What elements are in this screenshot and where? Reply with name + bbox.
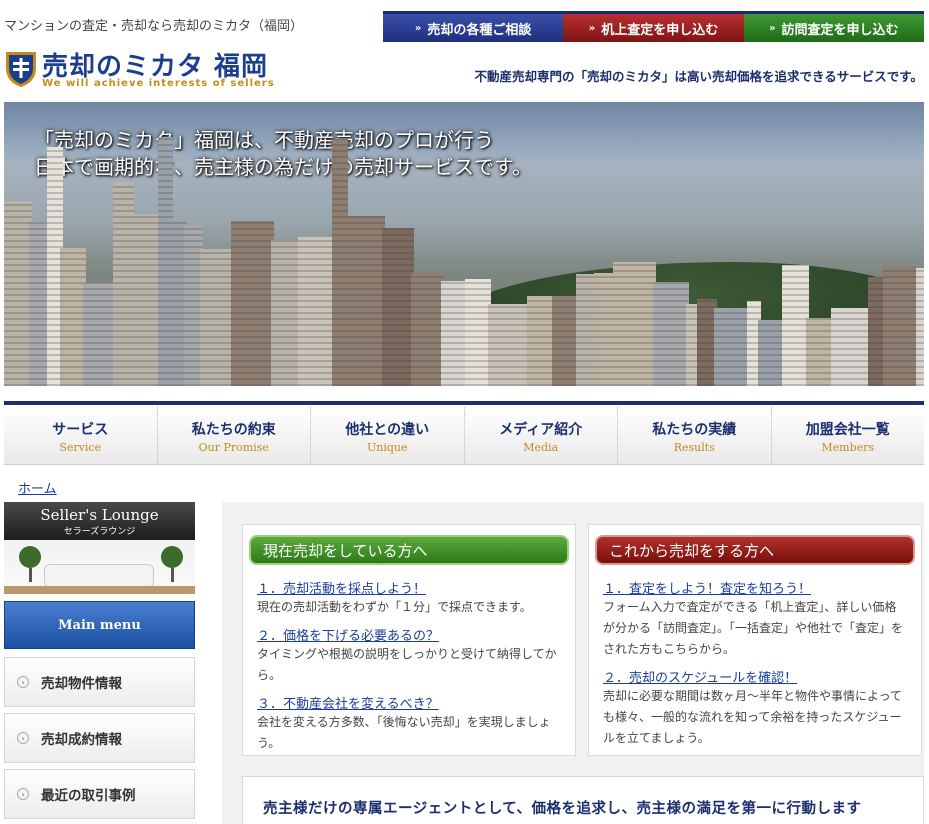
score-sales-link[interactable]: １．売却活動を採点しよう！ bbox=[257, 578, 426, 597]
agent-promise-banner: 売主様だけの専属エージェントとして、価格を追求し、売主様の満足を第一に行動します bbox=[242, 776, 924, 824]
change-agency-desc: 会社を変える方多数、「後悔ない売却」を実現しましょう。 bbox=[257, 715, 551, 750]
building-shape bbox=[83, 283, 116, 386]
hero-line-2: 日本で画期的な、売主様の為だけの売却サービスです。 bbox=[34, 155, 532, 179]
building-shape bbox=[613, 262, 656, 386]
building-shape bbox=[231, 221, 274, 386]
schedule-desc: 売却に必要な期間は数ヶ月〜半年と物件や事情によっても様々、一般的な流れを知って余… bbox=[603, 689, 903, 745]
nav-item-media[interactable]: メディア紹介 Media bbox=[465, 407, 618, 464]
hero-cityscape: 「売却のミカタ」福岡は、不動産売却のプロが行う 日本で画期的な、売主様の為だけの… bbox=[4, 102, 924, 386]
building-shape bbox=[758, 320, 785, 386]
sidebar-item-closed-deals[interactable]: › 売却成約情報 bbox=[4, 713, 195, 763]
change-agency-link[interactable]: ３．不動産会社を変えるべき？ bbox=[257, 693, 439, 712]
breadcrumb-home-link[interactable]: ホーム bbox=[18, 478, 57, 497]
building-shape bbox=[653, 282, 689, 386]
nav-top-rule bbox=[4, 401, 924, 405]
shield-logo-icon bbox=[6, 52, 36, 87]
logo-subtitle: We will achieve interests of sellers bbox=[42, 78, 275, 89]
lounge-floor bbox=[4, 586, 195, 594]
building-shape bbox=[488, 304, 530, 386]
building-shape bbox=[411, 273, 444, 386]
consultation-button[interactable]: » 売却の各種ご相談 bbox=[383, 11, 564, 42]
future-sellers-box: これから売却をする方へ １．査定をしよう！査定を知ろう！ フォーム入力で査定がで… bbox=[588, 524, 922, 756]
nav-item-our-promise[interactable]: 私たちの約束 Our Promise bbox=[158, 407, 311, 464]
nav-item-members[interactable]: 加盟会社一覧 Members bbox=[772, 407, 925, 464]
sofa-icon bbox=[44, 564, 154, 588]
visit-appraisal-button[interactable]: » 訪問査定を申し込む bbox=[743, 11, 924, 42]
double-chevron-right-icon: » bbox=[588, 22, 596, 34]
building-shape bbox=[131, 214, 161, 386]
building-shape bbox=[883, 266, 916, 386]
nav-item-results[interactable]: 私たちの実績 Results bbox=[618, 407, 772, 464]
header-headline: 不動産売却専門の「売却のミカタ」は高い売却価格を追求できるサービスです。 bbox=[474, 69, 923, 84]
current-sellers-title: 現在売却をしている方へ bbox=[249, 535, 569, 565]
sellers-lounge-banner[interactable]: Seller's Lounge セラーズラウンジ bbox=[4, 502, 195, 594]
lounge-title: Seller's Lounge bbox=[40, 506, 159, 524]
price-reduction-link[interactable]: ２．価格を下げる必要あるの？ bbox=[257, 625, 439, 644]
price-reduction-desc: タイミングや根拠の説明をしっかりと受けて納得してから。 bbox=[257, 647, 557, 682]
sidebar-item-listings[interactable]: › 売却物件情報 bbox=[4, 657, 195, 707]
lounge-subtitle: セラーズラウンジ bbox=[63, 527, 136, 537]
current-sellers-box: 現在売却をしている方へ １．売却活動を採点しよう！ 現在の売却活動をわずか「１分… bbox=[242, 524, 576, 756]
building-shape bbox=[782, 265, 809, 386]
circle-arrow-icon: › bbox=[17, 788, 29, 800]
sidebar-item-recent-transactions[interactable]: › 最近の取引事例 bbox=[4, 769, 195, 819]
building-shape bbox=[714, 308, 750, 386]
building-shape bbox=[831, 308, 871, 386]
nav-item-unique[interactable]: 他社との違い Unique bbox=[311, 407, 465, 464]
building-shape bbox=[441, 281, 468, 386]
building-shape bbox=[806, 318, 834, 386]
building-shape bbox=[271, 240, 301, 386]
desk-appraisal-button[interactable]: » 机上査定を申し込む bbox=[563, 11, 744, 42]
schedule-link[interactable]: ２．売却のスケジュールを確認！ bbox=[603, 667, 797, 686]
double-chevron-right-icon: » bbox=[414, 22, 422, 34]
global-nav: サービス Service 私たちの約束 Our Promise 他社との違い Uniq… bbox=[4, 407, 924, 465]
score-sales-desc: 現在の売却活動をわずか「１分」で採点できます。 bbox=[257, 600, 532, 614]
building-shape bbox=[4, 201, 32, 386]
site-logo[interactable]: 売却のミカタ 福岡 We will achieve interests of s… bbox=[4, 48, 274, 92]
hero-line-1: 「売却のミカタ」福岡は、不動産売却のプロが行う bbox=[34, 128, 494, 152]
building-shape bbox=[552, 296, 579, 386]
plant-icon bbox=[19, 546, 41, 586]
plant-icon bbox=[161, 546, 183, 586]
lounge-header: Seller's Lounge セラーズラウンジ bbox=[4, 502, 195, 540]
building-shape bbox=[298, 237, 335, 386]
appraisal-link[interactable]: １．査定をしよう！査定を知ろう！ bbox=[603, 578, 811, 597]
banner-text: 売主様だけの専属エージェントとして、価格を追求し、売主様の満足を第一に行動します bbox=[263, 800, 862, 817]
building-shape bbox=[345, 216, 385, 386]
building-shape bbox=[527, 296, 555, 386]
appraisal-desc: フォーム入力で査定ができる「机上査定」、詳しい価格が分かる「訪問査定」。「一括査… bbox=[603, 600, 904, 656]
nav-item-service[interactable]: サービス Service bbox=[4, 407, 158, 464]
building-shape bbox=[382, 228, 414, 386]
site-tagline: マンションの査定・売却なら売却のミカタ（福岡） bbox=[4, 19, 304, 34]
top-button-bar: » 売却の各種ご相談 » 机上査定を申し込む » 訪問査定を申し込む bbox=[383, 11, 924, 42]
circle-arrow-icon: › bbox=[17, 676, 29, 688]
building-shape bbox=[200, 249, 234, 386]
main-menu-header: Main menu bbox=[4, 601, 195, 649]
future-sellers-title: これから売却をする方へ bbox=[595, 535, 915, 565]
double-chevron-right-icon: » bbox=[769, 22, 776, 34]
hero-caption: 「売却のミカタ」福岡は、不動産売却のプロが行う 日本で画期的な、売主様の為だけの… bbox=[34, 127, 532, 181]
circle-arrow-icon: › bbox=[17, 732, 29, 744]
main-content: 現在売却をしている方へ １．売却活動を採点しよう！ 現在の売却活動をわずか「１分… bbox=[222, 502, 924, 824]
